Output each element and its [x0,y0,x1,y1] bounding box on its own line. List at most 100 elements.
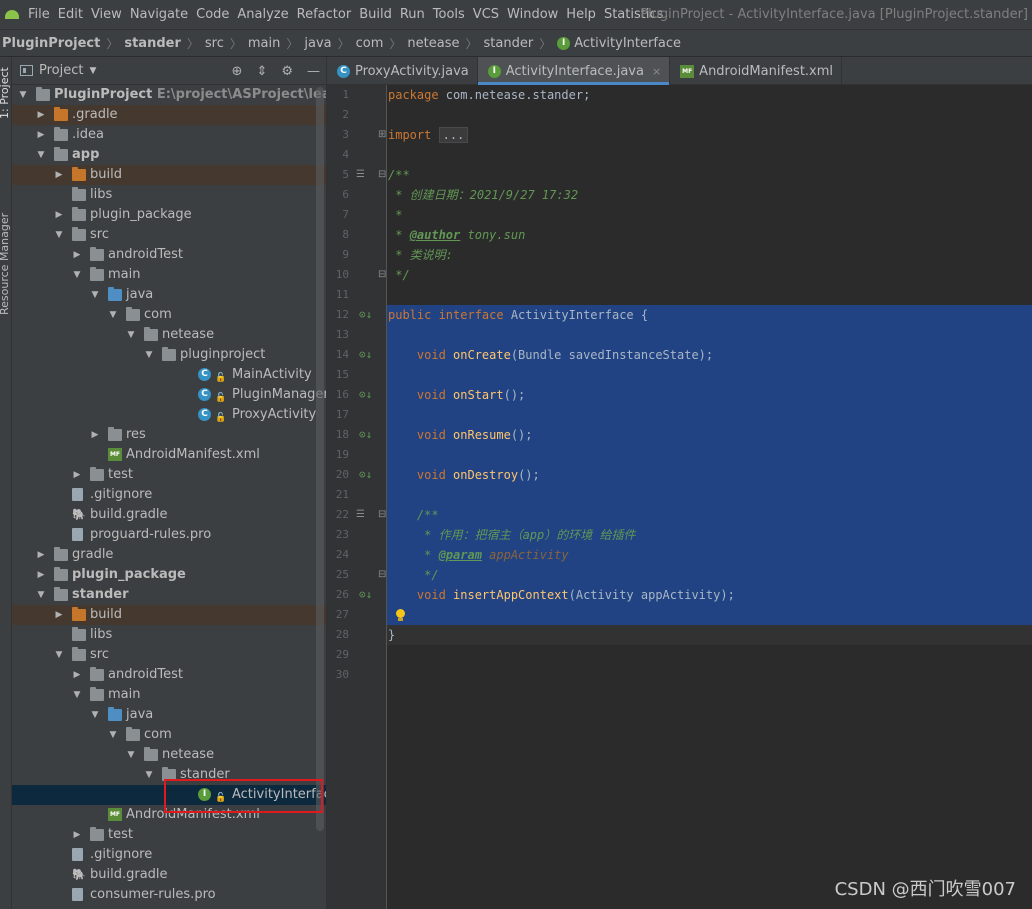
menu-tools[interactable]: Tools [429,0,469,29]
tree-item[interactable]: ▼ pluginproject [12,345,326,365]
expand-arrow-down-icon[interactable]: ▼ [126,325,136,345]
menu-analyze[interactable]: Analyze [233,0,292,29]
expand-arrow-down-icon[interactable]: ▼ [144,765,154,785]
fold-icon[interactable]: ⊟ [378,505,386,525]
close-icon[interactable]: × [652,65,661,78]
expand-arrow-down-icon[interactable]: ▼ [90,285,100,305]
tree-item[interactable]: libs [12,625,326,645]
expand-arrow-right-icon[interactable]: ▶ [36,105,46,125]
tree-scrollbar[interactable] [316,87,324,831]
breadcrumb-item[interactable]: com [356,36,384,51]
tree-item[interactable]: proguard-rules.pro [12,525,326,545]
project-view-selector[interactable]: Project [39,63,83,78]
breadcrumb-item[interactable]: java [304,36,331,51]
tree-item[interactable]: ▶ test [12,825,326,845]
project-tool-tab[interactable]: 1: Project [0,67,11,119]
menu-refactor[interactable]: Refactor [293,0,356,29]
folded-imports[interactable]: ... [438,127,469,143]
tab-androidmanifest[interactable]: MF AndroidManifest.xml [670,57,843,85]
expand-arrow-down-icon[interactable]: ▼ [90,705,100,725]
breadcrumb-item[interactable]: netease [407,36,459,51]
tree-item[interactable]: ▼ stander [12,585,326,605]
expand-arrow-right-icon[interactable]: ▶ [72,245,82,265]
tree-item[interactable]: ▼ java [12,285,326,305]
expand-arrow-down-icon[interactable]: ▼ [72,265,82,285]
fold-icon[interactable]: ⊟ [378,265,386,285]
expand-arrow-down-icon[interactable]: ▼ [126,745,136,765]
menu-vcs[interactable]: VCS [469,0,503,29]
implemented-marker-icon[interactable]: ⊙↓ [359,385,372,405]
tree-item[interactable]: 🐘 build.gradle [12,865,326,885]
menu-help[interactable]: Help [562,0,600,29]
tree-item[interactable]: ▼ com [12,305,326,325]
breadcrumb-item[interactable]: src [205,36,224,51]
tree-item[interactable]: ▶ plugin_package [12,205,326,225]
breadcrumb-item[interactable]: stander [484,36,534,51]
menu-edit[interactable]: Edit [54,0,87,29]
expand-arrow-right-icon[interactable]: ▶ [36,125,46,145]
fold-icon[interactable]: ⊟ [378,565,386,585]
tree-item[interactable]: ▶ .idea [12,125,326,145]
tree-item[interactable]: ▶ test [12,465,326,485]
breadcrumb-item[interactable]: stander [124,36,181,51]
tree-item[interactable]: ▶ androidTest [12,665,326,685]
tree-item[interactable]: consumer-rules.pro [12,885,326,905]
expand-arrow-down-icon[interactable]: ▼ [36,585,46,605]
tree-item[interactable]: I🔓ActivityInterface [12,785,326,805]
tree-item[interactable]: libs [12,185,326,205]
expand-arrow-down-icon[interactable]: ▼ [108,305,118,325]
expand-arrow-down-icon[interactable]: ▼ [18,85,28,105]
tree-item[interactable]: C 🔓 PluginManager [12,385,326,405]
tree-item[interactable]: ▼ netease [12,325,326,345]
expand-arrow-down-icon[interactable]: ▼ [144,345,154,365]
chevron-down-icon[interactable]: ▼ [89,66,96,76]
tree-item[interactable]: ▶ build [12,165,326,185]
tree-item[interactable]: ▶ res [12,425,326,445]
menu-run[interactable]: Run [396,0,429,29]
breadcrumb-item[interactable]: ActivityInterface [574,36,681,51]
render-doc-icon[interactable]: ☰ [356,505,365,525]
tree-item[interactable]: .gitignore [12,485,326,505]
code-area[interactable]: 1 2 3 4 5 6 7 8 9 10 11 12 13 14 15 16 17 18 19 20 21 22 23 24 2… [327,85,1032,909]
tree-item[interactable]: 🐘 build.gradle [12,505,326,525]
render-doc-icon[interactable]: ☰ [356,165,365,185]
fold-icon[interactable]: ⊟ [378,165,386,185]
tree-item[interactable]: ▼ src [12,645,326,665]
tree-item[interactable]: ▼ stander [12,765,326,785]
menu-build[interactable]: Build [355,0,396,29]
tree-item[interactable]: C 🔓 MainActivity [12,365,326,385]
breadcrumb-item[interactable]: PluginProject [2,36,100,51]
expand-arrow-down-icon[interactable]: ▼ [72,685,82,705]
implemented-marker-icon[interactable]: ⊙↓ [359,305,372,325]
expand-arrow-right-icon[interactable]: ▶ [54,165,64,185]
gear-icon[interactable]: ⚙ [281,64,293,79]
lightbulb-icon[interactable] [395,609,405,621]
expand-arrow-right-icon[interactable]: ▶ [72,465,82,485]
expand-arrow-right-icon[interactable]: ▶ [54,205,64,225]
breadcrumb-item[interactable]: main [248,36,280,51]
implemented-marker-icon[interactable]: ⊙↓ [359,465,372,485]
menu-file[interactable]: File [24,0,54,29]
tree-item[interactable]: ▼ main [12,265,326,285]
expand-arrow-right-icon[interactable]: ▶ [36,565,46,585]
tree-item[interactable]: ▼ main [12,685,326,705]
expand-arrow-right-icon[interactable]: ▶ [54,605,64,625]
tab-proxyactivity[interactable]: C ProxyActivity.java [327,57,478,85]
implemented-marker-icon[interactable]: ⊙↓ [359,425,372,445]
expand-arrow-right-icon[interactable]: ▶ [72,665,82,685]
menu-navigate[interactable]: Navigate [126,0,192,29]
menu-window[interactable]: Window [503,0,562,29]
menu-view[interactable]: View [87,0,126,29]
tree-item[interactable]: ▶ androidTest [12,245,326,265]
minimize-icon[interactable]: — [307,64,320,79]
tree-item[interactable]: MF AndroidManifest.xml [12,805,326,825]
expand-arrow-right-icon[interactable]: ▶ [72,825,82,845]
expand-arrow-right-icon[interactable]: ▶ [36,545,46,565]
tree-item[interactable]: ▶ gradle [12,545,326,565]
expand-arrow-down-icon[interactable]: ▼ [36,145,46,165]
tree-item[interactable]: ▼ com [12,725,326,745]
tree-item[interactable]: ▼ java [12,705,326,725]
locate-icon[interactable]: ⊕ [232,64,243,79]
implemented-marker-icon[interactable]: ⊙↓ [359,585,372,605]
tree-item[interactable]: ▼ netease [12,745,326,765]
